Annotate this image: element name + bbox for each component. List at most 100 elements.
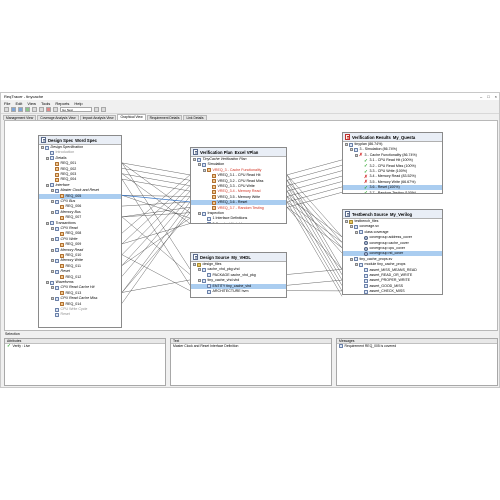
expand-toggle-icon[interactable]: - [51, 248, 54, 252]
expand-toggle-icon[interactable]: - [355, 153, 358, 157]
tree-row[interactable]: assert_CHECK_MISS [343, 289, 442, 294]
tree-row[interactable]: ✓ 3.3 - CPU Write (100%) [343, 169, 442, 174]
tree-row[interactable]: REQ_012 [39, 275, 121, 280]
save-icon[interactable] [18, 107, 23, 112]
expand-toggle-icon[interactable]: - [41, 146, 44, 149]
tree-row[interactable]: REQ_011 [39, 264, 121, 269]
tree-row[interactable]: - CPU Write [39, 237, 121, 242]
tree-row[interactable]: assert_PROPER_WRITE [343, 278, 442, 283]
expand-toggle-icon[interactable]: - [198, 163, 201, 167]
expand-toggle-icon[interactable]: - [193, 158, 196, 161]
graphical-view-canvas[interactable]: Design Spec Word Spec - Design Specificat… [4, 120, 498, 331]
expand-toggle-icon[interactable]: - [350, 148, 353, 152]
tree-row[interactable]: - design_files [191, 262, 286, 267]
attributes-row[interactable]: ✓ Verify : Live [5, 343, 165, 349]
messages-pane[interactable]: Messages Requirement REQ_005 is covered [336, 338, 498, 386]
tree-row[interactable]: - CPU Read [39, 226, 121, 231]
expand-toggle-icon[interactable]: - [345, 143, 348, 146]
tree-row[interactable]: - Reset [39, 269, 121, 274]
tree-row[interactable]: ENTITY tiny_cache_vhd [191, 283, 286, 289]
expand-toggle-icon[interactable]: - [203, 168, 206, 172]
refresh-icon[interactable] [25, 107, 30, 112]
tree-row[interactable]: covergroup cpu_cover [343, 246, 442, 251]
tree-row[interactable]: VREQ_3.2 - CPU Read Miss [191, 179, 286, 184]
tree-row[interactable]: 2 Constant Variables [191, 222, 286, 223]
forward-icon[interactable] [39, 107, 44, 112]
tree-row[interactable]: covergroup rst_cover [343, 251, 442, 257]
close-button[interactable]: × [495, 94, 497, 99]
tree-row[interactable]: REQ_004 [39, 177, 121, 182]
tree-row[interactable]: assert_READ_OR_WRITE [343, 273, 442, 278]
tree-row[interactable]: - cache_vhd_pkg.vhd [191, 267, 286, 272]
tree-row[interactable]: - Inspection [191, 211, 286, 216]
tree-row[interactable]: - Memory Bus [39, 210, 121, 215]
tree-row[interactable]: REQ_009 [39, 242, 121, 247]
tree-row[interactable]: VREQ_3.6 - Reset [191, 200, 286, 206]
tree-row[interactable]: - Interface [39, 183, 121, 188]
expand-toggle-icon[interactable]: - [198, 268, 201, 272]
stop-icon[interactable] [46, 107, 51, 112]
design-spec-panel[interactable]: Design Spec Word Spec - Design Specificat… [38, 135, 122, 328]
tree-row[interactable]: ARCHITECTURE hvm [191, 289, 286, 294]
tree-row[interactable]: REQ_003 [39, 172, 121, 177]
tree-row[interactable]: VREQ_3.7 - Random Testing [191, 206, 286, 211]
menu-reports[interactable]: Reports [55, 101, 69, 106]
maximize-button[interactable]: □ [487, 94, 489, 99]
tree-row[interactable]: REQ_008 [39, 231, 121, 236]
tree-row[interactable]: covergroup address_cover [343, 235, 442, 240]
attributes-pane[interactable]: Attributes ✓ Verify : Live [4, 338, 166, 386]
filter-icon[interactable] [53, 107, 58, 112]
tree-row[interactable]: - testbench_files [343, 219, 442, 224]
back-icon[interactable] [32, 107, 37, 112]
expand-toggle-icon[interactable]: - [345, 220, 348, 223]
tree-row[interactable]: REQ_001 [39, 161, 121, 166]
tree-row[interactable]: - CPU Bus [39, 199, 121, 204]
design-source-panel[interactable]: Design Source My_VHDL - design_files - cach… [190, 252, 287, 298]
tree-row[interactable]: Reset [39, 312, 121, 317]
testbench-source-panel[interactable]: Testbench Source My_Verilog - testbench_f… [342, 209, 443, 295]
tree-row[interactable]: - Simulation [191, 162, 286, 167]
expand-toggle-icon[interactable]: - [193, 263, 196, 266]
tree-row[interactable]: ✓ 3.1 - CPU Read Hit (100%) [343, 158, 442, 163]
message-row[interactable]: Requirement REQ_005 is covered [337, 344, 497, 349]
tree-row[interactable]: covergroup cache_cover [343, 241, 442, 246]
expand-toggle-icon[interactable]: - [46, 183, 49, 187]
new-icon[interactable] [4, 107, 9, 112]
expand-toggle-icon[interactable]: - [51, 200, 54, 203]
tree-row[interactable]: - tinyplan (86.74%) [343, 142, 442, 147]
menu-tools[interactable]: Tools [41, 101, 50, 106]
tree-row[interactable]: - tiny_cache_vhd.vhd [191, 278, 286, 283]
minimize-button[interactable]: – [480, 94, 482, 99]
tree-row[interactable]: VREQ_3.4 - Memory Read [191, 189, 286, 194]
expand-toggle-icon[interactable]: - [350, 225, 353, 229]
tree-row[interactable]: - Memory Read [39, 248, 121, 253]
tree-row[interactable]: ✓ 3.6 - Reset (100%) [343, 185, 442, 191]
tree-row[interactable]: ✗ 3.4 - Memory Read (83.52%) [343, 174, 442, 179]
tree-row[interactable]: - Master Clock and Reset [39, 188, 121, 193]
expand-toggle-icon[interactable]: - [46, 221, 49, 225]
expand-toggle-icon[interactable]: - [46, 156, 49, 160]
tree-row[interactable]: - class coverage [343, 230, 442, 235]
tree-row[interactable]: - Design Specification [39, 145, 121, 150]
tree-row[interactable]: REQ_010 [39, 253, 121, 258]
tree-row[interactable]: - VREQ_3 - Cache Functionality [191, 168, 286, 173]
tree-row[interactable]: - 3 - Simulation (86.74%) [343, 147, 442, 152]
verification-results-panel[interactable]: Verification Results My_Questa - tinyplan… [342, 132, 443, 194]
tree-row[interactable]: VREQ_3.1 - CPU Read Hit [191, 173, 286, 178]
tree-row[interactable]: assert_GOOD_MISS [343, 284, 442, 289]
menu-view[interactable]: View [27, 101, 36, 106]
zoom-out-icon[interactable] [101, 107, 106, 112]
expand-toggle-icon[interactable]: - [51, 227, 54, 230]
tree-row[interactable]: REQ_014 [39, 302, 121, 307]
tree-row[interactable]: VREQ_3.3 - CPU Write [191, 184, 286, 189]
expand-toggle-icon[interactable]: - [198, 212, 201, 215]
tree-row[interactable]: Introduction [39, 150, 121, 155]
expand-toggle-icon[interactable]: - [51, 270, 54, 274]
open-icon[interactable] [11, 107, 16, 112]
expand-toggle-icon[interactable]: - [51, 237, 54, 241]
expand-toggle-icon[interactable]: - [198, 279, 201, 283]
expand-toggle-icon[interactable]: - [51, 210, 54, 214]
tree-row[interactable]: - CPU Read Cache Hit [39, 285, 121, 290]
tree-row[interactable]: - coverage.sv [343, 224, 442, 229]
tree-row[interactable]: ✓ 3.7 - Random Testing (100%) [343, 190, 442, 193]
